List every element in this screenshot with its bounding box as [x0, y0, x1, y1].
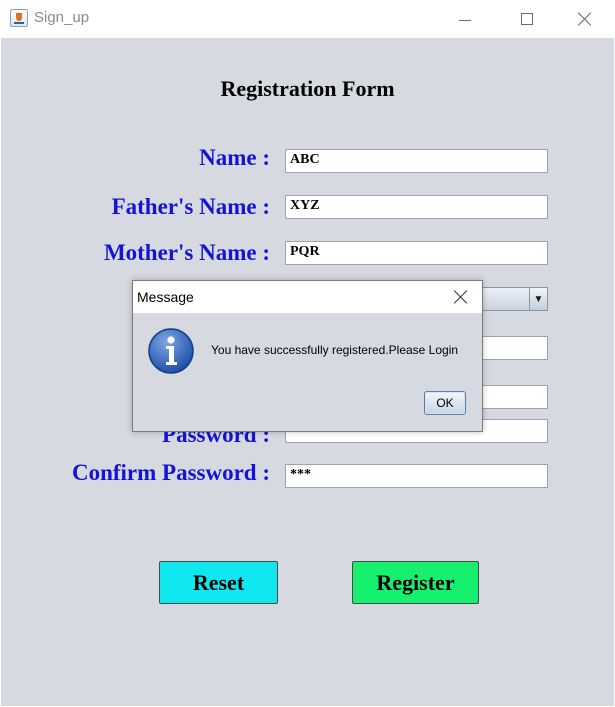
message-dialog: Message You have successfully registered…	[132, 280, 483, 432]
register-button[interactable]: Register	[352, 561, 479, 604]
dialog-message: You have successfully registered.Please …	[211, 343, 459, 357]
reset-button[interactable]: Reset	[159, 561, 278, 604]
info-icon	[148, 328, 194, 374]
confirm-password-field[interactable]: ***	[285, 464, 548, 488]
chevron-down-icon[interactable]: ▼	[529, 288, 547, 310]
maximize-icon	[521, 13, 533, 25]
close-icon	[454, 290, 468, 304]
window-title: Sign_up	[34, 9, 90, 26]
confirm-password-label: Confirm Password :	[71, 460, 270, 485]
form-title: Registration Form	[220, 76, 395, 101]
fathers-name-field[interactable]: XYZ	[285, 195, 548, 219]
minimize-button[interactable]	[442, 0, 488, 38]
dialog-close-button[interactable]	[445, 285, 477, 309]
java-coffee-icon	[10, 9, 28, 27]
dialog-titlebar: Message	[133, 281, 482, 313]
name-label: Name :	[199, 145, 270, 170]
ok-button[interactable]: OK	[424, 391, 466, 415]
mothers-name-field[interactable]: PQR	[285, 241, 548, 265]
maximize-button[interactable]	[504, 0, 550, 38]
fathers-name-label: Father's Name :	[111, 194, 270, 219]
minimize-icon	[459, 19, 471, 21]
mothers-name-label: Mother's Name :	[103, 240, 270, 265]
close-icon	[578, 12, 592, 26]
dialog-title: Message	[137, 289, 194, 305]
close-button[interactable]	[562, 0, 608, 38]
name-field[interactable]: ABC	[285, 149, 548, 173]
window-titlebar: Sign_up	[0, 0, 615, 38]
